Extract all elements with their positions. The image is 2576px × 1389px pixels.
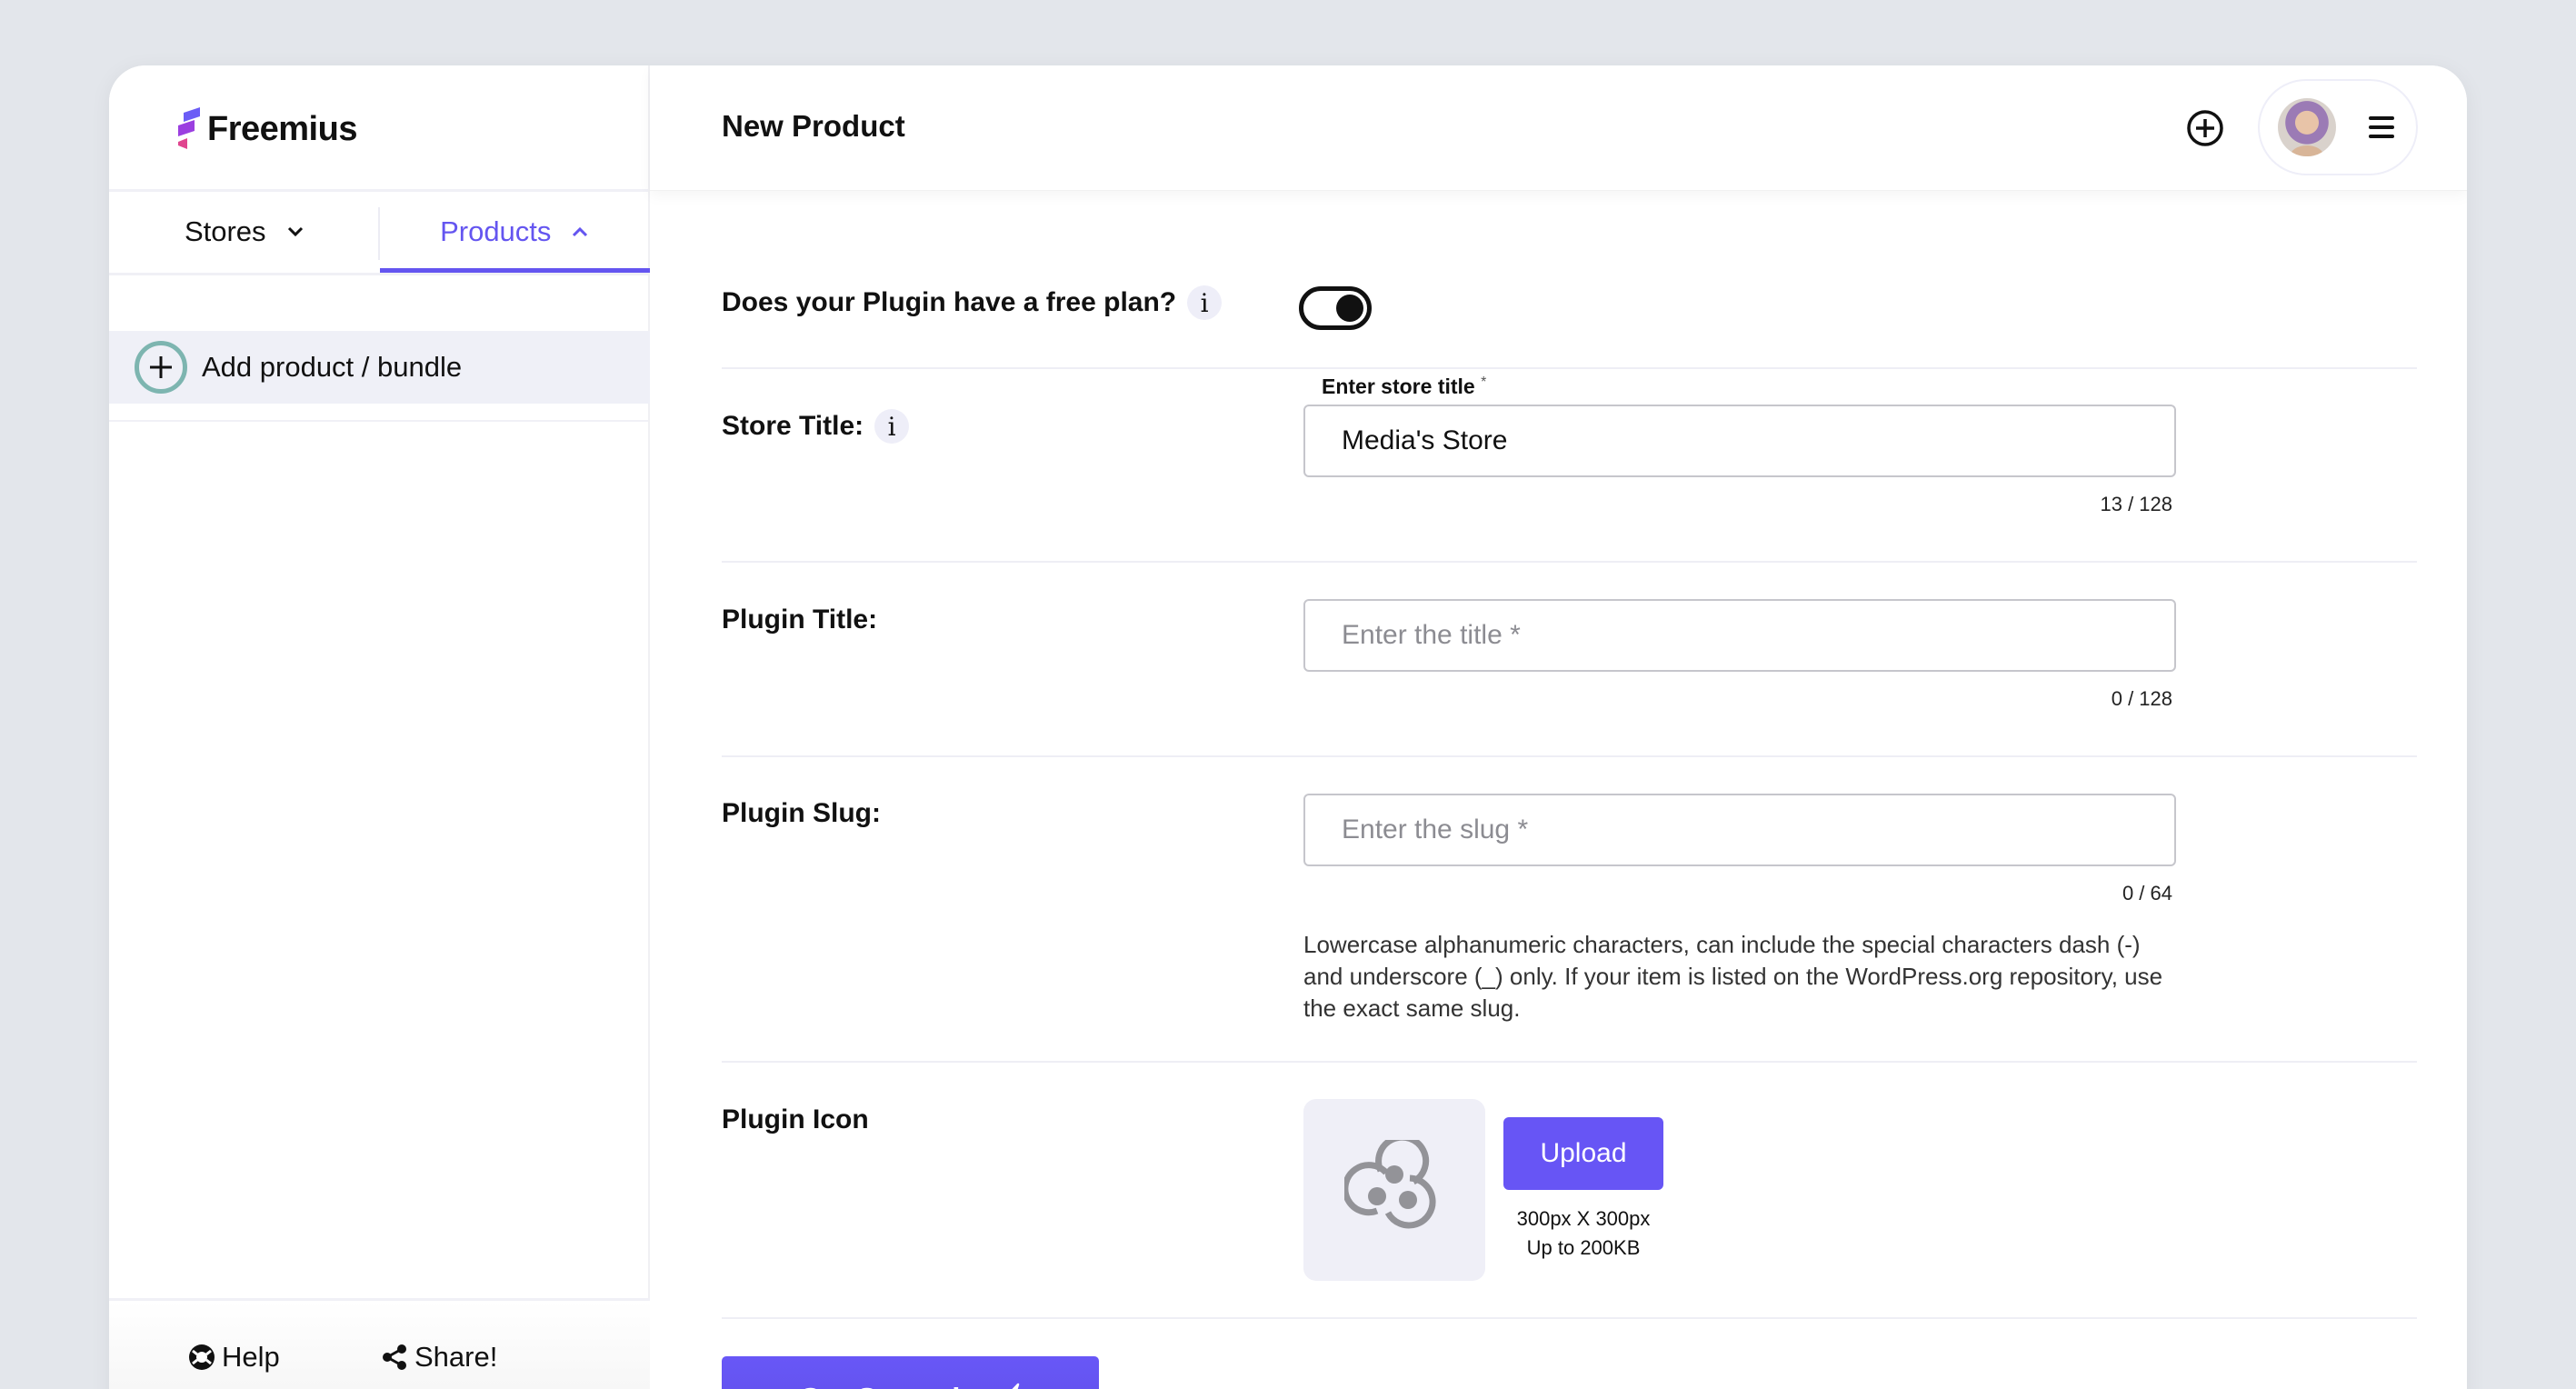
- plugin-title-text: Plugin Title:: [722, 605, 878, 635]
- toggle-knob: [1336, 295, 1363, 322]
- divider: [109, 273, 648, 275]
- get-started-button[interactable]: Get Started: [722, 1356, 1099, 1389]
- required-mark: *: [1481, 375, 1487, 390]
- info-icon[interactable]: i: [874, 409, 910, 444]
- plugin-icon-label: Plugin Icon: [722, 1104, 869, 1135]
- tab-stores[interactable]: Stores: [109, 191, 380, 273]
- plugin-placeholder-icon: [1344, 1140, 1436, 1229]
- get-started-label: Get Started: [799, 1382, 961, 1389]
- store-title-field-label: Enter store title *: [1322, 375, 1486, 399]
- tab-products-label: Products: [440, 215, 552, 247]
- product-form: Does your Plugin have a free plan? i Sto…: [722, 191, 2467, 1389]
- main-panel: New Product Does your Plugin have a free…: [650, 65, 2467, 1389]
- divider: [722, 1317, 2417, 1319]
- plus-circle-icon: [2187, 110, 2223, 146]
- store-title-text: Store Title:: [722, 411, 864, 441]
- sidebar-tabs: Stores Products: [109, 191, 650, 273]
- logo[interactable]: Freemius: [175, 104, 357, 155]
- chevron-down-icon: [286, 220, 305, 244]
- page-title: New Product: [722, 109, 905, 143]
- plugin-slug-input[interactable]: [1303, 794, 2176, 866]
- divider: [722, 561, 2417, 563]
- icon-size-hint: 300px X 300px: [1516, 1207, 1651, 1230]
- help-label: Help: [222, 1341, 280, 1373]
- hamburger-icon: [2369, 116, 2394, 138]
- tab-stores-label: Stores: [184, 215, 266, 247]
- store-title-input[interactable]: [1303, 405, 2176, 477]
- divider: [722, 367, 2417, 369]
- add-product-bundle-button[interactable]: Add product / bundle: [109, 331, 650, 404]
- plus-circle-icon: [135, 341, 187, 394]
- field-label-text: Enter store title: [1322, 375, 1475, 398]
- free-plan-label: Does your Plugin have a free plan? i: [722, 285, 1223, 320]
- divider: [722, 755, 2417, 757]
- share-label: Share!: [414, 1341, 498, 1373]
- user-menu-button[interactable]: [2258, 79, 2418, 175]
- store-title-counter: 13 / 128: [2100, 493, 2172, 515]
- sidebar: Freemius Stores Products Add product / b…: [109, 65, 650, 1389]
- paper-plane-icon: [1012, 1383, 1020, 1389]
- divider: [109, 420, 648, 422]
- help-link[interactable]: Help: [187, 1341, 280, 1374]
- tab-products[interactable]: Products: [379, 191, 650, 273]
- freemius-logo-icon: [178, 107, 200, 149]
- free-plan-text: Does your Plugin have a free plan?: [722, 287, 1177, 317]
- plugin-slug-label: Plugin Slug:: [722, 798, 881, 829]
- share-icon: [383, 1344, 406, 1370]
- logo-text: Freemius: [207, 109, 357, 148]
- info-icon[interactable]: i: [1187, 285, 1223, 320]
- plugin-slug-help: Lowercase alphanumeric characters, can i…: [1303, 931, 2163, 1022]
- app-window: Freemius Stores Products Add product / b…: [109, 65, 2467, 1389]
- sidebar-footer: Help Share!: [109, 1298, 650, 1389]
- plugin-icon-text: Plugin Icon: [722, 1104, 869, 1134]
- lifebuoy-icon: [189, 1344, 215, 1370]
- plugin-icon-preview[interactable]: [1303, 1099, 1485, 1281]
- chevron-up-icon: [571, 220, 589, 244]
- store-title-label: Store Title: i: [722, 409, 910, 444]
- share-link[interactable]: Share!: [380, 1341, 497, 1374]
- add-new-button[interactable]: [2186, 109, 2224, 147]
- plugin-title-counter: 0 / 128: [2111, 687, 2172, 710]
- plugin-slug-counter: 0 / 64: [2122, 882, 2172, 904]
- icon-weight-hint: Up to 200KB: [1526, 1236, 1641, 1259]
- divider: [722, 1061, 2417, 1063]
- plugin-slug-text: Plugin Slug:: [722, 798, 881, 828]
- avatar: [2278, 98, 2336, 156]
- plugin-title-label: Plugin Title:: [722, 605, 877, 635]
- top-bar: New Product: [650, 65, 2467, 191]
- upload-button[interactable]: Upload: [1503, 1117, 1663, 1190]
- free-plan-toggle[interactable]: [1299, 286, 1372, 330]
- add-product-label: Add product / bundle: [202, 351, 463, 383]
- plugin-title-input[interactable]: [1303, 599, 2176, 672]
